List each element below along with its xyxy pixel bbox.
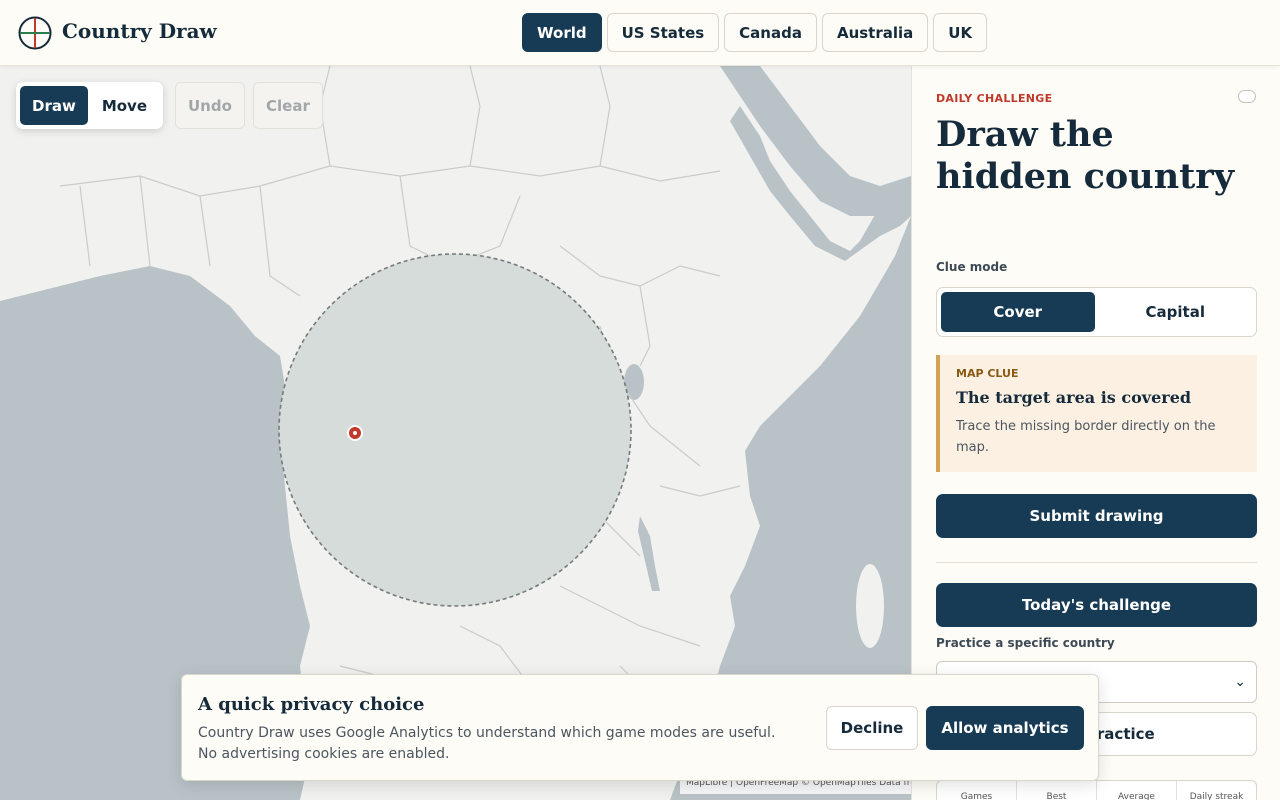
stat-best: Best [1017,781,1097,800]
map-clue-card: MAP CLUE The target area is covered Trac… [936,355,1257,472]
clue-eyebrow: MAP CLUE [956,367,1019,380]
decline-button[interactable]: Decline [826,706,918,750]
draw-tool-button[interactable]: Draw [20,86,88,125]
clue-mode-selector: Cover Capital [936,287,1257,337]
challenge-eyebrow: DAILY CHALLENGE [936,92,1053,105]
clear-button[interactable]: Clear [253,82,323,129]
privacy-title: A quick privacy choice [198,694,425,715]
clue-text: Trace the missing border directly on the… [956,419,1216,455]
draw-move-toggle: Draw Move [16,82,164,129]
tab-australia[interactable]: Australia [821,13,929,52]
chevron-down-icon: ⌄ [1234,674,1246,690]
clue-mode-cover[interactable]: Cover [941,292,1095,332]
clue-mode-label: Clue mode [936,260,1008,274]
stat-games: Games [937,781,1017,800]
privacy-banner: A quick privacy choice Country Draw uses… [181,674,1099,781]
panel-title: Draw the hidden country [936,114,1235,197]
panel-divider [936,562,1257,563]
allow-analytics-button[interactable]: Allow analytics [926,706,1084,750]
todays-challenge-button[interactable]: Today's challenge [936,583,1257,627]
clue-mode-capital[interactable]: Capital [1099,292,1253,332]
stats-table: Games Best Average Daily streak [936,780,1257,800]
stat-average: Average [1097,781,1177,800]
region-tabs: World US States Canada Australia UK [522,13,988,52]
tab-world[interactable]: World [522,13,602,52]
madagascar-island [856,564,884,648]
move-tool-button[interactable]: Move [90,86,159,125]
privacy-text: Country Draw uses Google Analytics to un… [198,725,776,762]
brand-name: Country Draw [62,19,217,43]
app-header: Country Draw World US States Canada Aust… [0,0,1280,66]
tab-canada[interactable]: Canada [724,13,817,52]
settings-toggle[interactable] [1238,90,1256,103]
clue-heading: The target area is covered [956,388,1192,407]
tab-uk[interactable]: UK [933,13,988,52]
submit-drawing-button[interactable]: Submit drawing [936,494,1257,538]
tab-us-states[interactable]: US States [606,13,720,52]
practice-label: Practice a specific country [936,636,1115,650]
globe-logo-icon [18,16,52,50]
stat-daily-streak: Daily streak [1189,792,1244,800]
undo-button[interactable]: Undo [175,82,245,129]
hidden-area-cover [278,253,632,607]
